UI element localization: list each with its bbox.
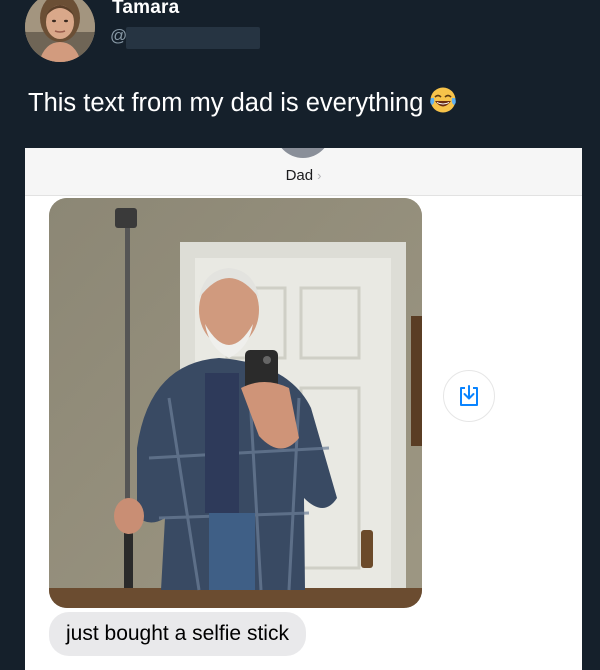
save-button[interactable] [443,370,495,422]
contact-name-text: Dad [285,167,314,184]
received-message-bubble[interactable]: just bought a selfie stick [49,612,306,656]
author-avatar[interactable] [25,0,95,62]
chevron-right-icon: › [317,168,322,183]
tweet-text: This text from my dad is everything [28,86,457,121]
handle-redaction [126,27,260,49]
photo-message[interactable] [49,198,422,608]
embedded-screenshot[interactable]: Dad › just bought a selfie stick [25,148,582,670]
contact-name[interactable]: Dad › [25,167,582,184]
tweet-card: Tamara @ This text from my dad is everyt… [0,0,600,670]
avatar-photo [25,0,95,62]
save-to-device-icon [460,385,478,406]
author-handle[interactable]: @ [110,26,127,46]
contact-avatar[interactable] [275,148,331,158]
message-header: Dad › [25,148,582,196]
selfie-photo [49,198,422,608]
tweet-body: This text from my dad is everything [28,89,424,117]
author-display-name[interactable]: Tamara [112,0,179,19]
message-text: just bought a selfie stick [66,622,289,645]
laughing-crying-emoji-icon [429,86,457,121]
